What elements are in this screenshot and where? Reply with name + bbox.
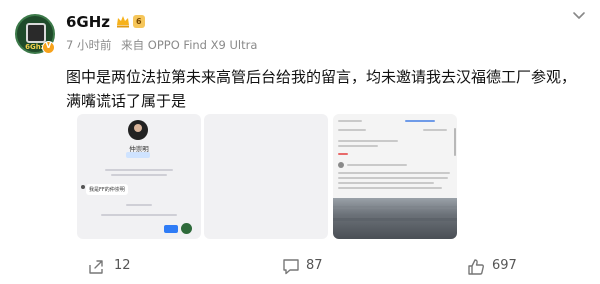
verified-badge-icon xyxy=(42,41,55,54)
profile-avatar xyxy=(128,120,148,140)
post-image-1[interactable]: 仲崇明 我是FF的仲崇明 xyxy=(77,114,201,239)
post-source[interactable]: 来自 OPPO Find X9 Ultra xyxy=(121,38,257,52)
comment-button[interactable]: 87 xyxy=(282,257,342,277)
post-text: 图中是两位法拉第未来高管后台给我的留言，均未邀请我去汉福德工厂参观，满嘴谎话了属… xyxy=(66,68,577,110)
post-image-3[interactable] xyxy=(333,114,457,239)
reply-button xyxy=(164,225,178,233)
message-bubble: 我是FF的仲崇明 xyxy=(86,184,128,195)
chip-icon xyxy=(26,23,46,43)
factory-photo xyxy=(333,198,457,239)
text-line xyxy=(338,182,434,184)
text-line xyxy=(338,187,442,189)
like-button[interactable]: 697 xyxy=(467,257,537,277)
scrollbar xyxy=(454,128,456,156)
comment-count: 87 xyxy=(306,258,323,273)
author-name[interactable]: 6GHz xyxy=(66,13,110,31)
text-line xyxy=(338,153,348,155)
text-line xyxy=(338,177,448,179)
text-line xyxy=(423,129,447,131)
post-meta: 7 小时前 来自 OPPO Find X9 Ultra xyxy=(66,37,257,53)
chevron-down-icon[interactable] xyxy=(571,11,587,21)
share-icon xyxy=(89,260,103,274)
text-line xyxy=(111,174,167,176)
text-line xyxy=(338,172,450,174)
text-line xyxy=(347,164,407,166)
crown-icon xyxy=(117,16,129,28)
text-line xyxy=(338,129,366,131)
text-line xyxy=(338,140,398,142)
post-image-2[interactable] xyxy=(204,114,328,239)
like-count: 697 xyxy=(492,258,517,273)
weibo-post: 6Ghz 6GHz 6 7 小时前 来自 OPPO Find X9 Ultra … xyxy=(0,0,600,284)
sender-avatar xyxy=(81,185,85,189)
share-button[interactable]: 12 xyxy=(88,257,148,277)
share-count: 12 xyxy=(114,258,131,273)
commenter-avatar xyxy=(338,162,344,168)
vip-badge: 6 xyxy=(133,15,145,28)
text-line xyxy=(101,214,177,216)
text-line xyxy=(105,169,173,171)
text-line xyxy=(338,145,378,147)
profile-tag xyxy=(126,152,150,158)
photo-strip xyxy=(333,218,457,221)
text-line xyxy=(126,204,152,206)
reply-avatar xyxy=(181,223,192,234)
photo-strip xyxy=(333,206,457,209)
comment-icon xyxy=(283,259,299,275)
post-time: 7 小时前 xyxy=(66,38,112,52)
text-line xyxy=(338,120,362,122)
text-line xyxy=(405,120,435,122)
thumbs-up-icon xyxy=(468,259,484,275)
